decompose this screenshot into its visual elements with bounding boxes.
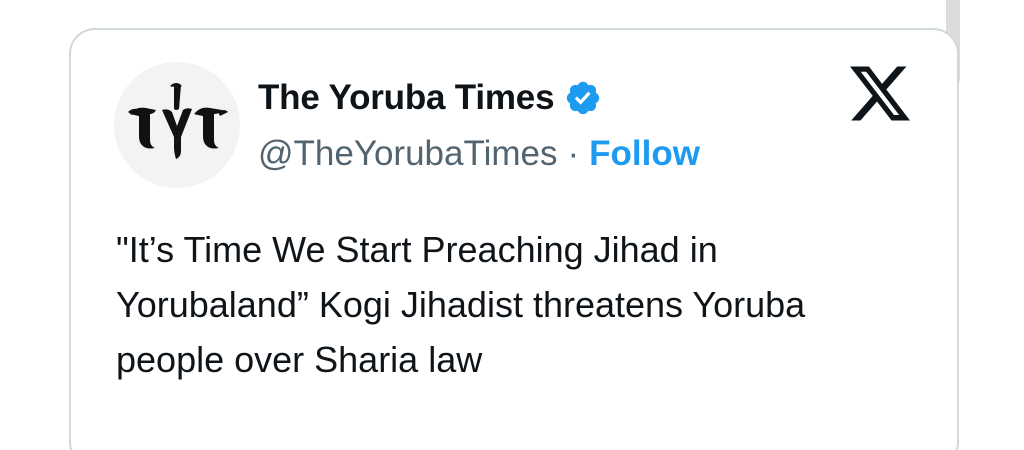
handle-row: @TheYorubaTimes · Follow bbox=[258, 132, 700, 176]
page: The Yoruba Times @TheYorubaTimes · Follo… bbox=[0, 0, 1024, 450]
separator-dot: · bbox=[567, 134, 580, 173]
avatar[interactable] bbox=[114, 62, 240, 188]
follow-button[interactable]: Follow bbox=[589, 134, 700, 174]
author-name-row: The Yoruba Times bbox=[258, 76, 602, 120]
verified-badge-icon bbox=[567, 81, 600, 115]
tweet-text: "It’s Time We Start Preaching Jihad in Y… bbox=[116, 229, 806, 380]
display-name[interactable]: The Yoruba Times bbox=[258, 78, 555, 118]
author-handle[interactable]: @TheYorubaTimes bbox=[258, 134, 557, 174]
x-logo-icon[interactable] bbox=[850, 66, 910, 122]
tyt-logo-icon bbox=[114, 62, 240, 188]
